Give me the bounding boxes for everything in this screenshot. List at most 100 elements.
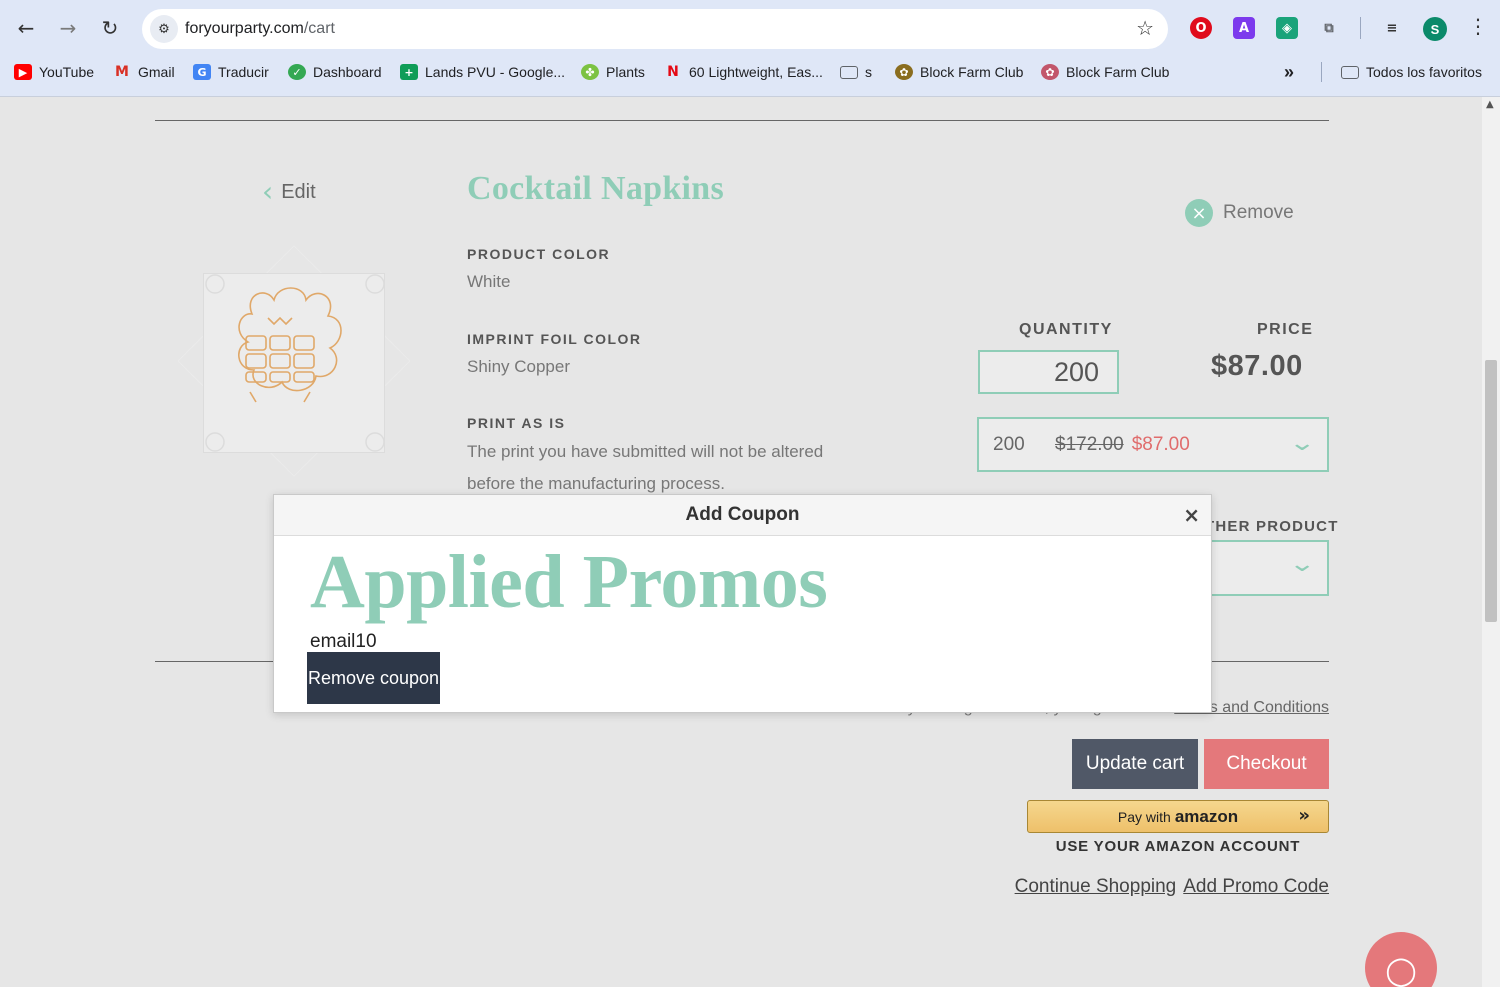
chevron-down-icon: ⌄ (1287, 552, 1316, 577)
edit-label: Edit (281, 180, 316, 203)
product-color-label: PRODUCT COLOR (467, 246, 611, 262)
gmail-icon: M (115, 64, 129, 80)
print-description: The print you have submitted will not be… (467, 442, 824, 493)
bookmark-label: Traducir (218, 64, 269, 80)
bookmark-item[interactable]: + Lands PVU - Google... (400, 61, 565, 83)
blockfarm-icon: ✿ (895, 64, 913, 80)
bookmark-label: Plants (606, 64, 645, 80)
select-old-price: $172.00 (1055, 433, 1124, 455)
select-quantity: 200 (993, 433, 1025, 455)
folder-icon (840, 65, 858, 79)
select-sale-price: $87.00 (1131, 433, 1190, 455)
dashboard-icon: ✓ (288, 64, 306, 80)
napkin-artwork (205, 274, 385, 452)
url-text[interactable]: foryourparty.com/cart (185, 20, 335, 38)
bookmark-item[interactable]: ✿ Block Farm Club (895, 61, 1023, 83)
bookmark-item[interactable]: ✿ Block Farm Club (1041, 61, 1169, 83)
translate-icon: G (193, 64, 211, 80)
netflix-icon: N (667, 64, 679, 80)
all-bookmarks-label: Todos los favoritos (1366, 64, 1482, 80)
other-product-label: THER PRODUCT (1205, 518, 1339, 535)
bookmark-label: Block Farm Club (1066, 64, 1170, 80)
folder-icon (1341, 65, 1359, 79)
continue-shopping-link[interactable]: Continue Shopping (1015, 876, 1177, 898)
modal-title: Add Coupon (685, 504, 800, 525)
foil-color-value: Shiny Copper (467, 357, 571, 376)
amazon-account-caption: USE YOUR AMAZON ACCOUNT (1055, 838, 1301, 855)
bookmark-item[interactable]: N 60 Lightweight, Eas... (664, 61, 823, 83)
opera-icon[interactable]: O (1190, 17, 1212, 39)
bookmark-label: Lands PVU - Google... (425, 64, 566, 80)
media-icon[interactable]: ≡ (1381, 17, 1403, 39)
bookmark-label: YouTube (39, 64, 95, 80)
close-icon[interactable]: × (1183, 503, 1200, 527)
chat-widget-button[interactable]: ◯ (1365, 932, 1437, 987)
toolbar-divider (1360, 17, 1361, 39)
chevron-down-icon: ⌄ (1287, 431, 1316, 456)
applied-promos-heading: Applied Promos (310, 540, 828, 624)
bottom-divider-right (1211, 661, 1329, 662)
forward-icon[interactable]: → (54, 14, 82, 42)
bottom-links: Continue Shopping Add Promo Code (1015, 876, 1329, 898)
amazon-logo: amazon (1174, 806, 1239, 826)
add-promo-link[interactable]: Add Promo Code (1183, 876, 1329, 898)
blockfarm2-icon: ✿ (1041, 64, 1059, 80)
other-product-select[interactable]: ⌄ (1200, 540, 1329, 596)
bottom-divider-left (155, 661, 275, 662)
price-header: PRICE (1257, 321, 1314, 338)
scroll-up-arrow-icon[interactable]: ▲ (1486, 99, 1494, 110)
site-settings-icon[interactable]: ⚙ (150, 15, 178, 43)
bookmark-label: 60 Lightweight, Eas... (689, 64, 823, 80)
line-price: $87.00 (1211, 350, 1303, 382)
bookmark-item[interactable]: G Traducir (193, 61, 269, 83)
quantity-header: QUANTITY (1019, 321, 1113, 338)
bookmark-label: Block Farm Club (920, 64, 1024, 80)
print-as-is-label: PRINT AS IS (467, 415, 566, 431)
update-cart-button[interactable]: Update cart (1072, 739, 1198, 789)
double-chevron-right-icon: » (1298, 805, 1310, 826)
reload-icon[interactable]: ↻ (96, 14, 124, 42)
napkin-card (203, 273, 385, 453)
product-color-value: White (467, 272, 511, 291)
product-image[interactable] (177, 226, 411, 496)
browser-chrome: ← → ↻ ⚙ foryourparty.com/cart ☆ O A ◈ ⧉ ≡ S … (0, 0, 1500, 97)
puzzle-icon[interactable]: ⧉ (1318, 17, 1340, 39)
product-title: Cocktail Napkins (467, 170, 725, 207)
bookmark-star-icon[interactable]: ☆ (1136, 16, 1154, 40)
close-circle-icon: × (1185, 199, 1213, 227)
bookmark-item[interactable]: s (840, 61, 872, 83)
plants-icon: ✤ (581, 64, 599, 80)
bookmark-label: Gmail (138, 64, 175, 80)
bookmark-item[interactable]: ▶ YouTube (14, 61, 94, 83)
bookmark-label: s (865, 64, 872, 80)
more-bookmarks-button[interactable]: » (1284, 61, 1294, 83)
back-icon[interactable]: ← (12, 14, 40, 42)
address-bar[interactable]: ⚙ foryourparty.com/cart ☆ (142, 9, 1168, 49)
all-bookmarks-button[interactable]: Todos los favoritos (1341, 61, 1482, 83)
top-divider (155, 120, 1329, 121)
quantity-price-select[interactable]: 200 $172.00 $87.00 ⌄ (977, 417, 1329, 472)
bookmarks-divider (1321, 62, 1322, 82)
browser-menu-icon[interactable]: ⋮ (1468, 14, 1488, 38)
quantity-input[interactable]: 200 (978, 350, 1119, 394)
a-extension-icon[interactable]: A (1233, 17, 1255, 39)
profile-avatar[interactable]: S (1423, 17, 1447, 41)
checkout-button[interactable]: Checkout (1204, 739, 1329, 789)
amazon-pay-button[interactable]: Pay with amazon » (1027, 800, 1329, 833)
bookmark-item[interactable]: M Gmail (113, 61, 175, 83)
edit-link[interactable]: ‹ Edit (262, 178, 316, 206)
page-scrollbar[interactable]: ▲ (1482, 97, 1500, 987)
chevron-left-icon: ‹ (262, 175, 274, 208)
amazon-pay-prefix: Pay with (1117, 808, 1171, 825)
shield-extension-icon[interactable]: ◈ (1276, 17, 1298, 39)
modal-header: Add Coupon × (274, 495, 1211, 536)
bookmark-item[interactable]: ✤ Plants (581, 61, 645, 83)
sheets-icon: + (400, 64, 418, 80)
scrollbar-thumb[interactable] (1485, 360, 1497, 622)
coupon-code: email10 (310, 631, 377, 652)
remove-item-button[interactable]: × Remove (1185, 199, 1294, 227)
bookmark-label: Dashboard (313, 64, 382, 80)
remove-coupon-button[interactable]: Remove coupon (307, 652, 440, 704)
bookmark-item[interactable]: ✓ Dashboard (288, 61, 382, 83)
chat-bubble-icon: ◯ (1385, 954, 1417, 987)
